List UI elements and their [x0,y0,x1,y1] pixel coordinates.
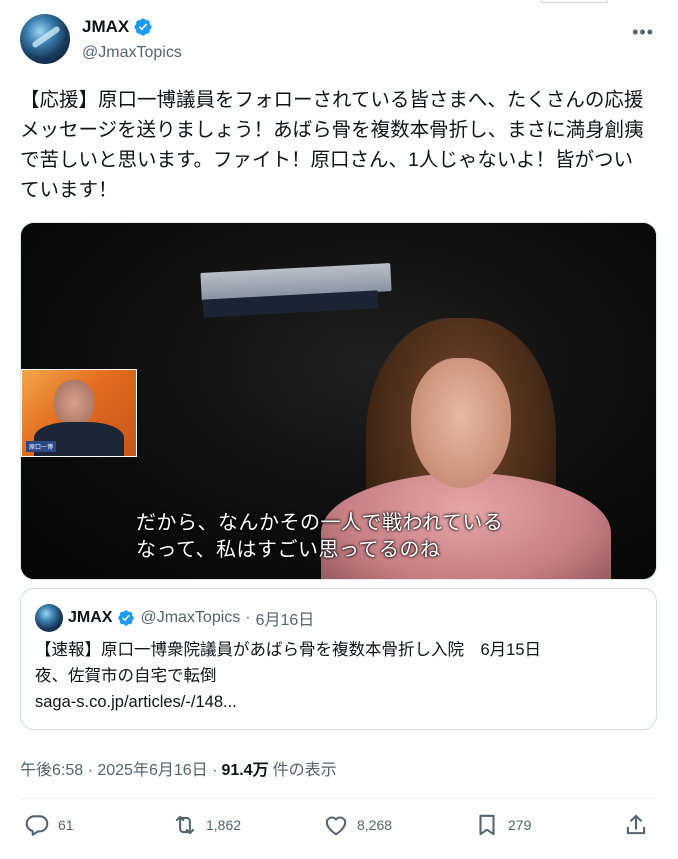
quoted-tweet[interactable]: JMAX @JmaxTopics · 6月16日 【速報】原口一博衆院議員があば… [20,588,657,730]
quoted-tweet-header: JMAX @JmaxTopics · 6月16日 [35,604,314,632]
quoted-handle: @JmaxTopics [140,609,241,626]
repost-icon [175,815,195,835]
quoted-separator: · [245,609,251,626]
heart-icon [325,816,347,836]
quoted-link[interactable]: saga-s.co.jp/articles/-/148... [35,689,635,715]
quoted-date: 6月16日 [255,612,315,629]
reply-icon [25,815,49,836]
view-count: 91.4万 [221,762,269,779]
ellipsis-icon[interactable]: ••• [632,22,654,43]
reply-count: 61 [58,817,74,833]
previous-card-edge [540,0,608,3]
divider [20,798,657,799]
subtitle-line-1: だから、なんかその一人で戦われている [136,512,504,534]
view-count-suffix: 件の表示 [272,762,337,779]
bookmark-button[interactable]: 279 [474,812,531,838]
quoted-display-name: JMAX [68,609,113,626]
quoted-text-line-1: 【速報】原口一博衆院議員があばら骨を複数本骨折し入院 6月15日 [35,641,542,659]
share-icon [626,814,646,835]
pip-name-label: 原口一博 [26,441,57,452]
bookmark-icon [479,814,495,836]
verified-badge-icon [134,18,152,36]
verified-badge-icon [118,610,135,626]
quoted-avatar [35,604,63,632]
repost-count: 1,862 [206,817,242,833]
tweet-meta: 午後6:58 · 2025年6月16日 · 91.4万 件の表示 [20,756,337,780]
action-bar: 61 1,862 8,268 279 [20,812,657,848]
video-player[interactable]: 原口一博 だから、なんかその一人で戦われている なって、私はすごい思ってるのね [20,222,657,580]
picture-in-picture: 原口一博 [21,369,137,457]
share-button[interactable] [623,812,649,838]
avatar[interactable] [20,14,70,64]
pip-person-head [54,380,94,426]
reply-button[interactable]: 61 [24,812,74,838]
like-button[interactable]: 8,268 [323,812,392,838]
repost-button[interactable]: 1,862 [172,812,241,838]
video-subtitle: だから、なんかその一人で戦われている なって、私はすごい思ってるのね [136,510,503,564]
quoted-text: 【速報】原口一博衆院議員があばら骨を複数本骨折し入院 6月15日 夜、佐賀市の自… [35,637,635,715]
author-name-row[interactable]: JMAX [82,17,153,37]
bookmark-count: 279 [508,817,532,833]
tweet-header: JMAX @JmaxTopics ••• [20,14,658,70]
like-count: 8,268 [357,817,393,833]
quoted-text-line-2: 夜、佐賀市の自宅で転倒 [35,667,217,685]
tweet-text: 【応援】原口一博議員をフォローされている皆さまへ、たくさんの応援メッセージを送り… [20,89,644,201]
author-handle[interactable]: @JmaxTopics [82,44,182,62]
subtitle-line-2: なって、私はすごい思ってるのね [136,539,441,561]
speaker-face [411,358,511,488]
author-display-name[interactable]: JMAX [82,17,129,37]
tweet-timestamp[interactable]: 午後6:58 · 2025年6月16日 · [20,756,217,780]
